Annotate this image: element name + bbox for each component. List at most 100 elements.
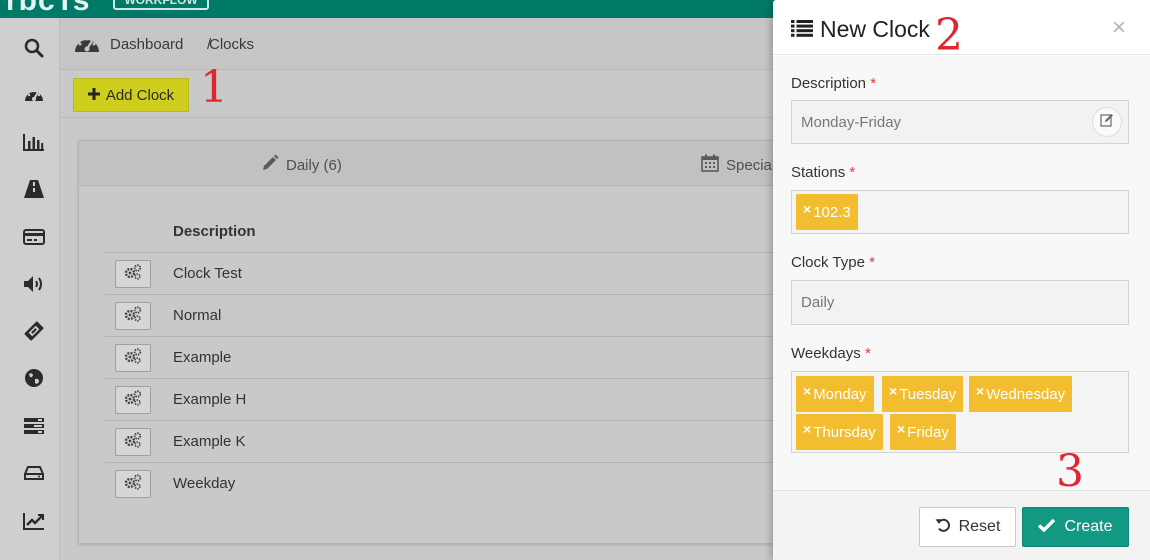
chip-label: Wednesday <box>986 385 1066 403</box>
clock-type-value: Daily <box>801 294 835 311</box>
annotation-3: 3 <box>1056 446 1084 497</box>
modal-footer: Reset Create <box>773 490 1150 560</box>
weekday-chip[interactable]: × Wednesday <box>969 376 1073 412</box>
chip-label: Thursday <box>813 423 876 441</box>
bar-chart-icon[interactable] <box>22 130 46 154</box>
description-field[interactable]: Monday-Friday <box>791 100 1129 144</box>
clocks-card: Daily (6) Special Description Clock Test… <box>78 140 779 544</box>
required-mark: * <box>870 75 877 92</box>
tab-daily[interactable]: Daily (6) <box>261 154 342 176</box>
stations-label: Stations * <box>791 164 855 181</box>
ticket-icon[interactable] <box>22 319 46 343</box>
hdd-icon[interactable] <box>22 461 46 485</box>
breadcrumb-clocks: Clocks <box>209 36 255 53</box>
chip-remove-icon[interactable]: × <box>889 383 897 399</box>
clock-type-label: Clock Type * <box>791 254 875 271</box>
server-icon[interactable] <box>22 414 46 438</box>
tab-special[interactable]: Special <box>701 154 775 176</box>
credit-card-icon[interactable] <box>22 225 46 249</box>
new-clock-modal: New Clock × Description * Monday-Friday … <box>773 0 1150 560</box>
station-chip[interactable]: × 102.3 <box>796 194 858 230</box>
table-row: Example <box>105 336 779 378</box>
app-logo-badge: WORKFLOW <box>113 0 209 10</box>
cogs-icon <box>124 347 142 369</box>
stations-label-text: Stations <box>791 164 846 181</box>
dashboard-icon[interactable] <box>22 83 46 107</box>
chip-label: 102.3 <box>813 203 851 221</box>
weekday-chip[interactable]: × Friday <box>890 414 956 450</box>
row-description: Example K <box>173 433 246 450</box>
table-row: Clock Test <box>105 252 779 294</box>
clock-type-field[interactable]: Daily <box>791 280 1129 325</box>
cogs-icon <box>124 389 142 411</box>
check-icon <box>1038 518 1056 537</box>
modal-title: New Clock <box>820 16 930 42</box>
add-clock-label: Add Clock <box>105 86 175 104</box>
row-settings-button[interactable] <box>115 260 151 288</box>
chip-label: Tuesday <box>899 385 957 403</box>
toolbar-divider <box>60 117 775 118</box>
column-header-description: Description <box>173 223 256 240</box>
road-icon[interactable] <box>22 177 46 201</box>
required-mark: * <box>864 345 871 362</box>
stations-field[interactable]: × 102.3 <box>791 190 1129 234</box>
cogs-icon <box>124 431 142 453</box>
plus-icon <box>87 87 100 104</box>
table-row: Example H <box>105 378 779 420</box>
row-settings-button[interactable] <box>115 302 151 330</box>
dashboard-gauge-icon <box>74 33 100 60</box>
weekdays-field[interactable]: × Monday × Tuesday × Wednesday × Thursday × F… <box>791 371 1129 453</box>
breadcrumb-dashboard-link[interactable]: Dashboard <box>110 36 183 53</box>
weekday-chip[interactable]: × Tuesday <box>882 376 964 412</box>
app-logo: rbcTs <box>6 0 91 17</box>
add-clock-button[interactable]: Add Clock <box>73 78 189 112</box>
weekday-chip[interactable]: × Monday <box>796 376 874 412</box>
chip-remove-icon[interactable]: × <box>803 201 811 217</box>
chip-remove-icon[interactable]: × <box>803 421 811 437</box>
globe-icon[interactable] <box>22 366 46 390</box>
modal-body: Description * Monday-Friday Stations * ×… <box>773 56 1150 490</box>
description-label: Description * <box>791 75 876 92</box>
create-button[interactable]: Create <box>1022 507 1129 547</box>
description-label-text: Description <box>791 75 867 92</box>
tab-strip: Daily (6) Special <box>79 141 779 186</box>
chip-label: Friday <box>907 423 949 441</box>
edit-description-button[interactable] <box>1092 107 1122 137</box>
search-icon[interactable] <box>22 36 46 60</box>
volume-icon[interactable] <box>22 272 46 296</box>
line-chart-icon[interactable] <box>22 509 46 533</box>
row-description: Example H <box>173 391 247 408</box>
weekday-chip[interactable]: × Thursday <box>796 414 883 450</box>
weekdays-label: Weekdays * <box>791 345 871 362</box>
undo-icon <box>935 517 951 538</box>
chip-remove-icon[interactable]: × <box>897 421 905 437</box>
row-description: Example <box>173 349 232 366</box>
chip-remove-icon[interactable]: × <box>803 383 811 399</box>
reset-label: Reset <box>958 518 1001 535</box>
close-icon[interactable]: × <box>1112 16 1126 40</box>
pencil-icon <box>261 154 279 176</box>
weekdays-label-text: Weekdays <box>791 345 861 362</box>
required-mark: * <box>849 164 856 181</box>
row-settings-button[interactable] <box>115 386 151 414</box>
chip-remove-icon[interactable]: × <box>976 383 984 399</box>
table-row: Example K <box>105 420 779 462</box>
clock-type-label-text: Clock Type <box>791 254 865 271</box>
row-description: Normal <box>173 307 222 324</box>
tab-special-label: Special <box>726 156 776 174</box>
row-settings-button[interactable] <box>115 344 151 372</box>
reset-button[interactable]: Reset <box>919 507 1016 547</box>
edit-icon <box>1100 113 1114 132</box>
list-icon <box>791 20 813 42</box>
create-label: Create <box>1064 518 1113 535</box>
required-mark: * <box>869 254 875 271</box>
row-description: Weekday <box>173 475 236 492</box>
cogs-icon <box>124 473 142 495</box>
chip-label: Monday <box>813 385 867 403</box>
annotation-1: 1 <box>200 62 228 113</box>
row-settings-button[interactable] <box>115 428 151 456</box>
sidebar <box>0 18 60 560</box>
annotation-2: 2 <box>935 10 963 61</box>
table-row: Weekday <box>105 462 779 504</box>
row-settings-button[interactable] <box>115 470 151 498</box>
